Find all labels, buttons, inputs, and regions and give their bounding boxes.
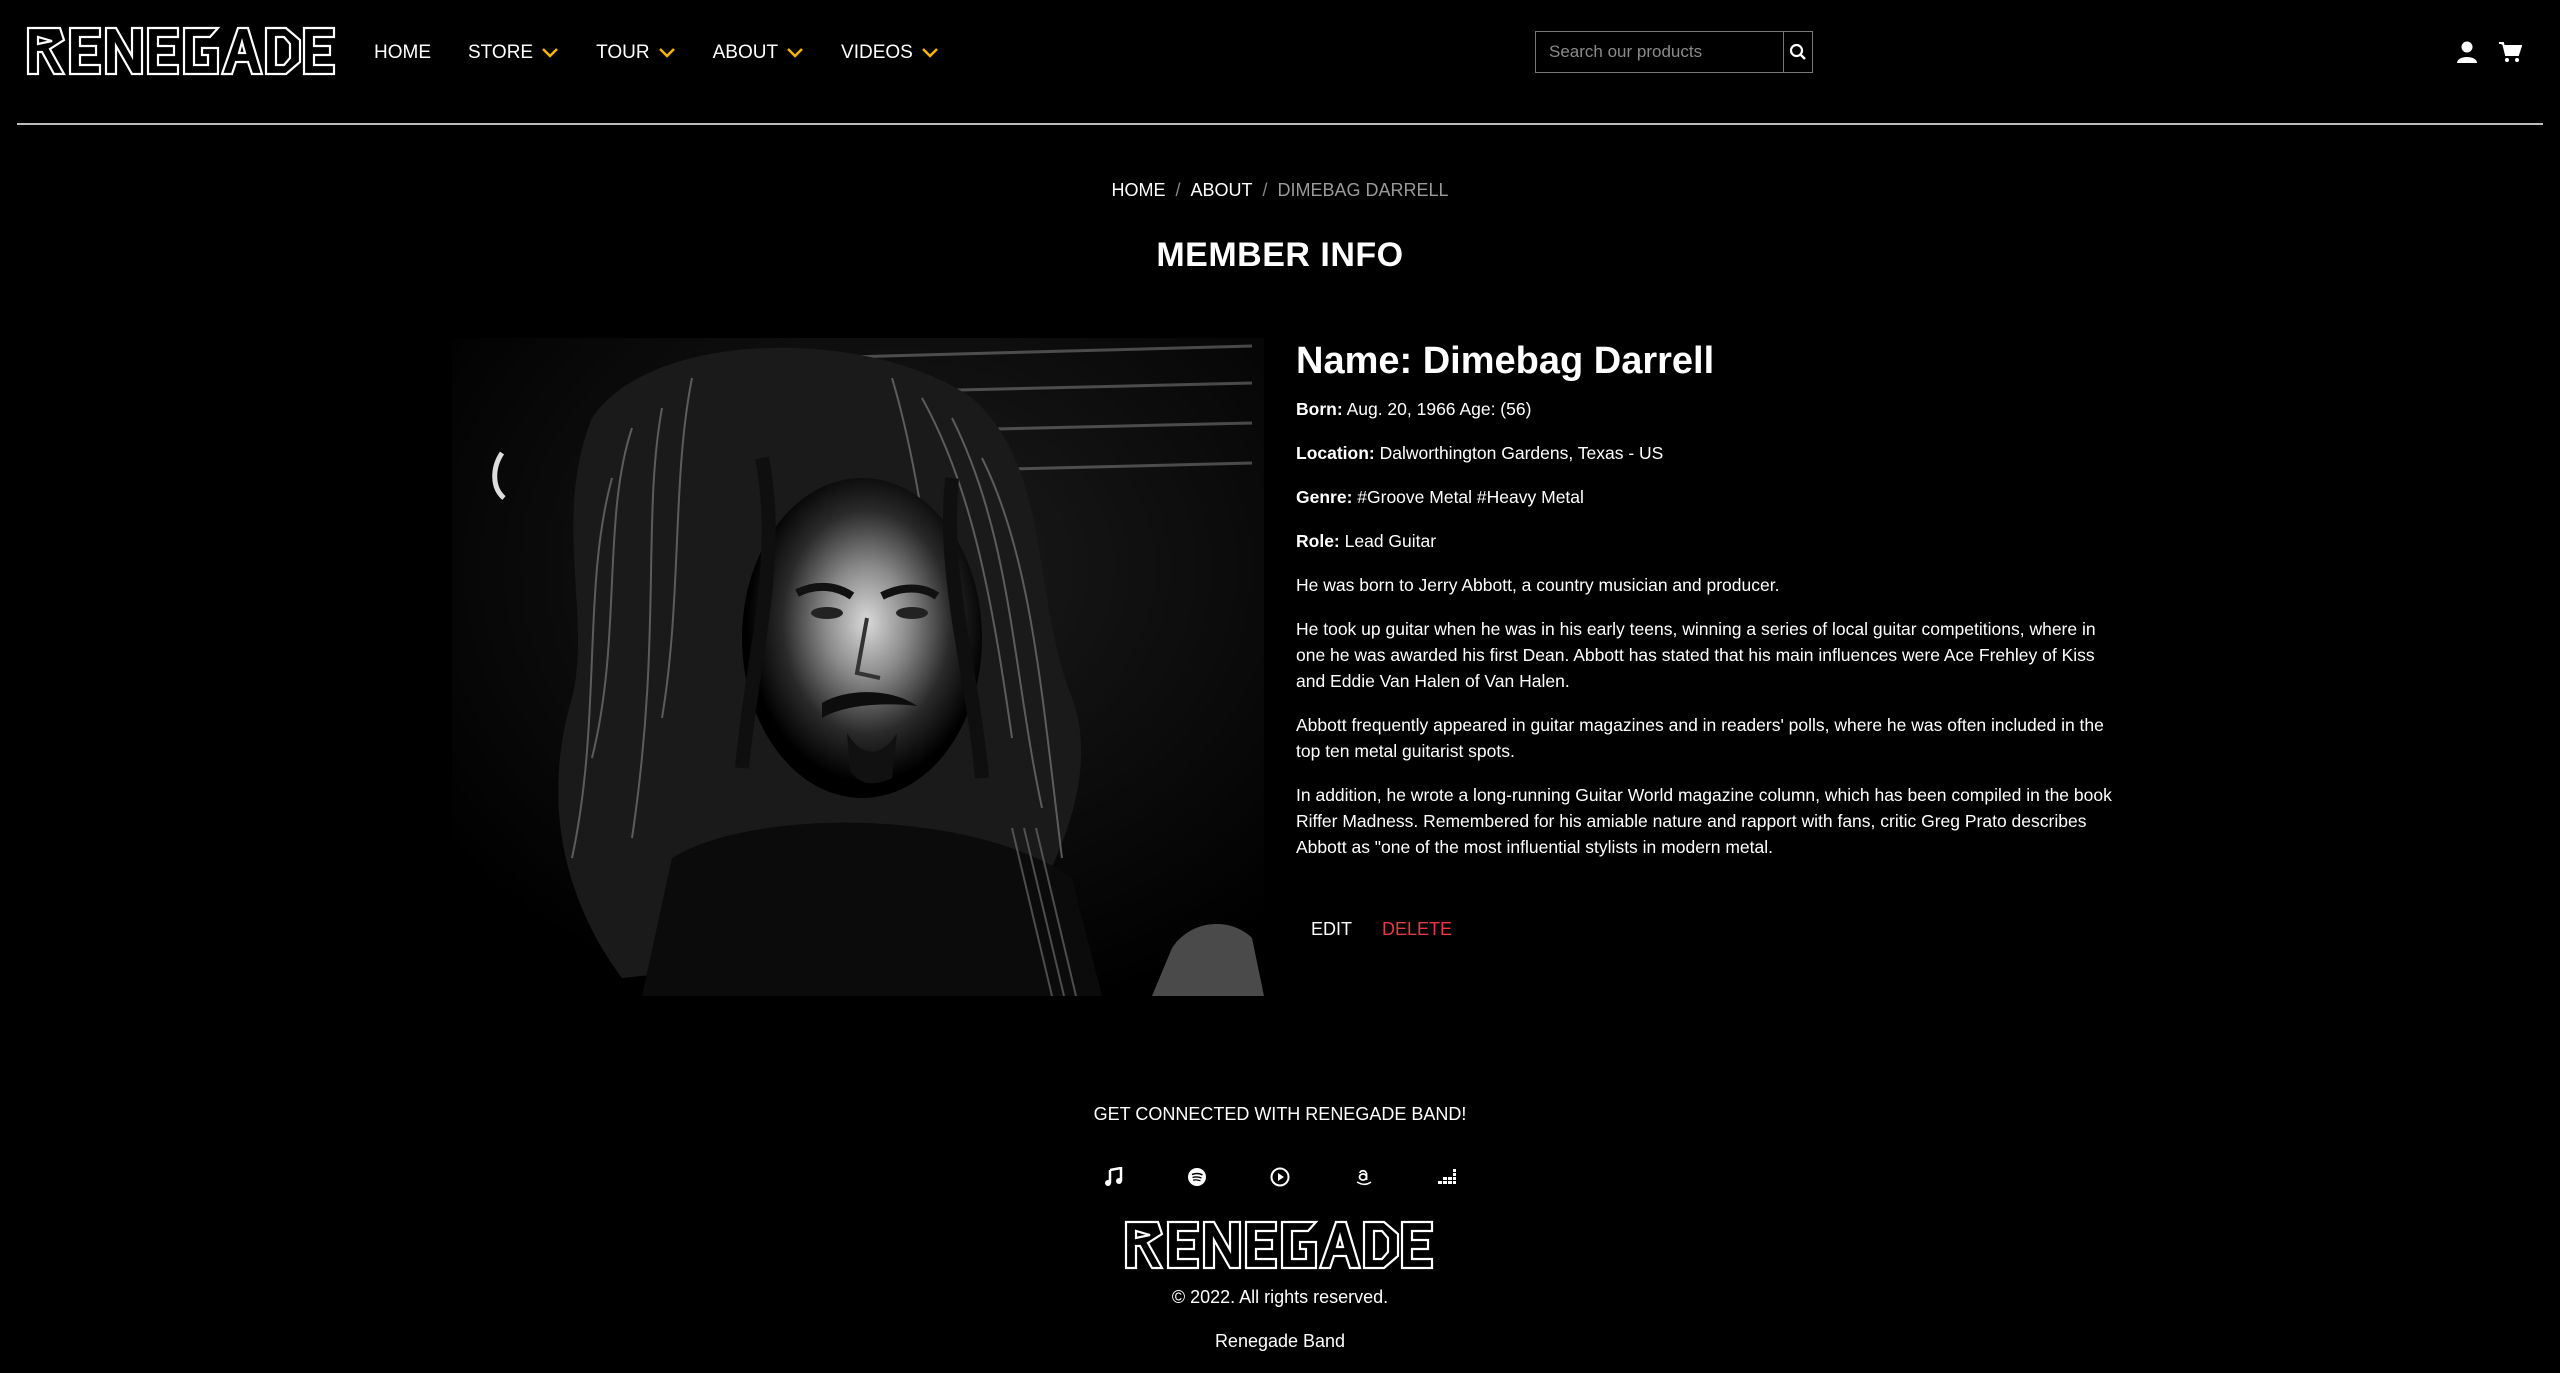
nav-store[interactable]: STORE [468, 36, 559, 70]
main-nav: HOME STORE TOUR ABOUT VIDEOS [374, 36, 976, 70]
chevron-down-icon [921, 48, 938, 58]
music-note-icon[interactable] [1100, 1164, 1126, 1190]
play-circle-icon[interactable] [1267, 1164, 1293, 1190]
footer-logo[interactable] [1122, 1216, 1436, 1274]
chevron-down-icon [542, 48, 558, 58]
role-label: Role: [1296, 531, 1340, 551]
bio-paragraph: Abbott frequently appeared in guitar mag… [1296, 715, 2104, 761]
search-button[interactable] [1783, 32, 1812, 72]
name-label: Name: [1296, 340, 1413, 382]
deezer-icon[interactable] [1434, 1164, 1460, 1190]
search-input[interactable] [1536, 32, 1783, 72]
bio-paragraph: He was born to Jerry Abbott, a country m… [1296, 575, 1780, 595]
nav-about[interactable]: ABOUT [713, 36, 804, 70]
name-value: Dimebag Darrell [1422, 340, 1715, 382]
role-row: Role: Lead Guitar [1296, 528, 2126, 554]
born-value: Aug. 20, 1966 Age: (56) [1346, 399, 1532, 419]
breadcrumb-separator: / [1262, 180, 1268, 200]
social-links [1100, 1164, 1460, 1190]
member-name: Name: Dimebag Darrell [1296, 338, 2126, 384]
breadcrumb-separator: / [1175, 180, 1181, 200]
footer-connect-title: GET CONNECTED WITH RENEGADE BAND! [1093, 1104, 1467, 1124]
amazon-icon[interactable] [1351, 1164, 1377, 1190]
site-logo[interactable] [24, 22, 338, 80]
nav-videos[interactable]: VIDEOS [841, 36, 939, 70]
breadcrumb-home[interactable]: HOME [1111, 180, 1165, 200]
genre-value: #Groove Metal #Heavy Metal [1357, 487, 1584, 507]
member-photo [452, 338, 1264, 996]
nav-tour[interactable]: TOUR [596, 36, 675, 70]
delete-button[interactable]: DELETE [1367, 915, 1467, 944]
chevron-down-icon [658, 48, 675, 58]
born-row: Born: Aug. 20, 1966 Age: (56) [1296, 396, 2126, 422]
search-bar [1535, 31, 1813, 73]
search-icon [1789, 43, 1806, 60]
chevron-down-icon [787, 48, 803, 58]
bio-paragraph: He took up guitar when he was in his ear… [1296, 619, 2096, 691]
born-label: Born: [1296, 399, 1343, 419]
location-value: Dalworthington Gardens, Texas - US [1379, 443, 1664, 463]
breadcrumb: HOME / ABOUT / DIMEBAG DARRELL [0, 180, 2560, 201]
nav-store-label: STORE [468, 42, 534, 63]
breadcrumb-current: DIMEBAG DARRELL [1277, 180, 1449, 200]
page-title: MEMBER INFO [1156, 236, 1404, 274]
band-name: Renegade Band [1214, 1331, 1346, 1351]
member-actions: EDIT DELETE [1296, 915, 1467, 944]
header-divider [17, 123, 2543, 125]
cart-icon[interactable] [2498, 40, 2522, 64]
nav-home[interactable]: HOME [374, 36, 431, 70]
nav-videos-label: VIDEOS [841, 42, 913, 63]
user-icon[interactable] [2456, 40, 2478, 64]
nav-about-label: ABOUT [712, 42, 779, 63]
nav-home-label: HOME [374, 42, 431, 63]
genre-row: Genre: #Groove Metal #Heavy Metal [1296, 484, 2126, 510]
nav-tour-label: TOUR [596, 42, 650, 63]
edit-button[interactable]: EDIT [1296, 915, 1367, 944]
role-value: Lead Guitar [1344, 531, 1437, 551]
location-label: Location: [1296, 443, 1375, 463]
bio-paragraph: In addition, he wrote a long-running Gui… [1296, 785, 2112, 857]
member-info: Name: Dimebag Darrell Born: Aug. 20, 196… [1296, 338, 2126, 878]
spotify-icon[interactable] [1184, 1164, 1210, 1190]
site-header: HOME STORE TOUR ABOUT VIDEOS [0, 0, 2560, 124]
copyright: © 2022. All rights reserved. [1171, 1287, 1389, 1307]
breadcrumb-about[interactable]: ABOUT [1190, 180, 1252, 200]
location-row: Location: Dalworthington Gardens, Texas … [1296, 440, 2126, 466]
genre-label: Genre: [1296, 487, 1353, 507]
